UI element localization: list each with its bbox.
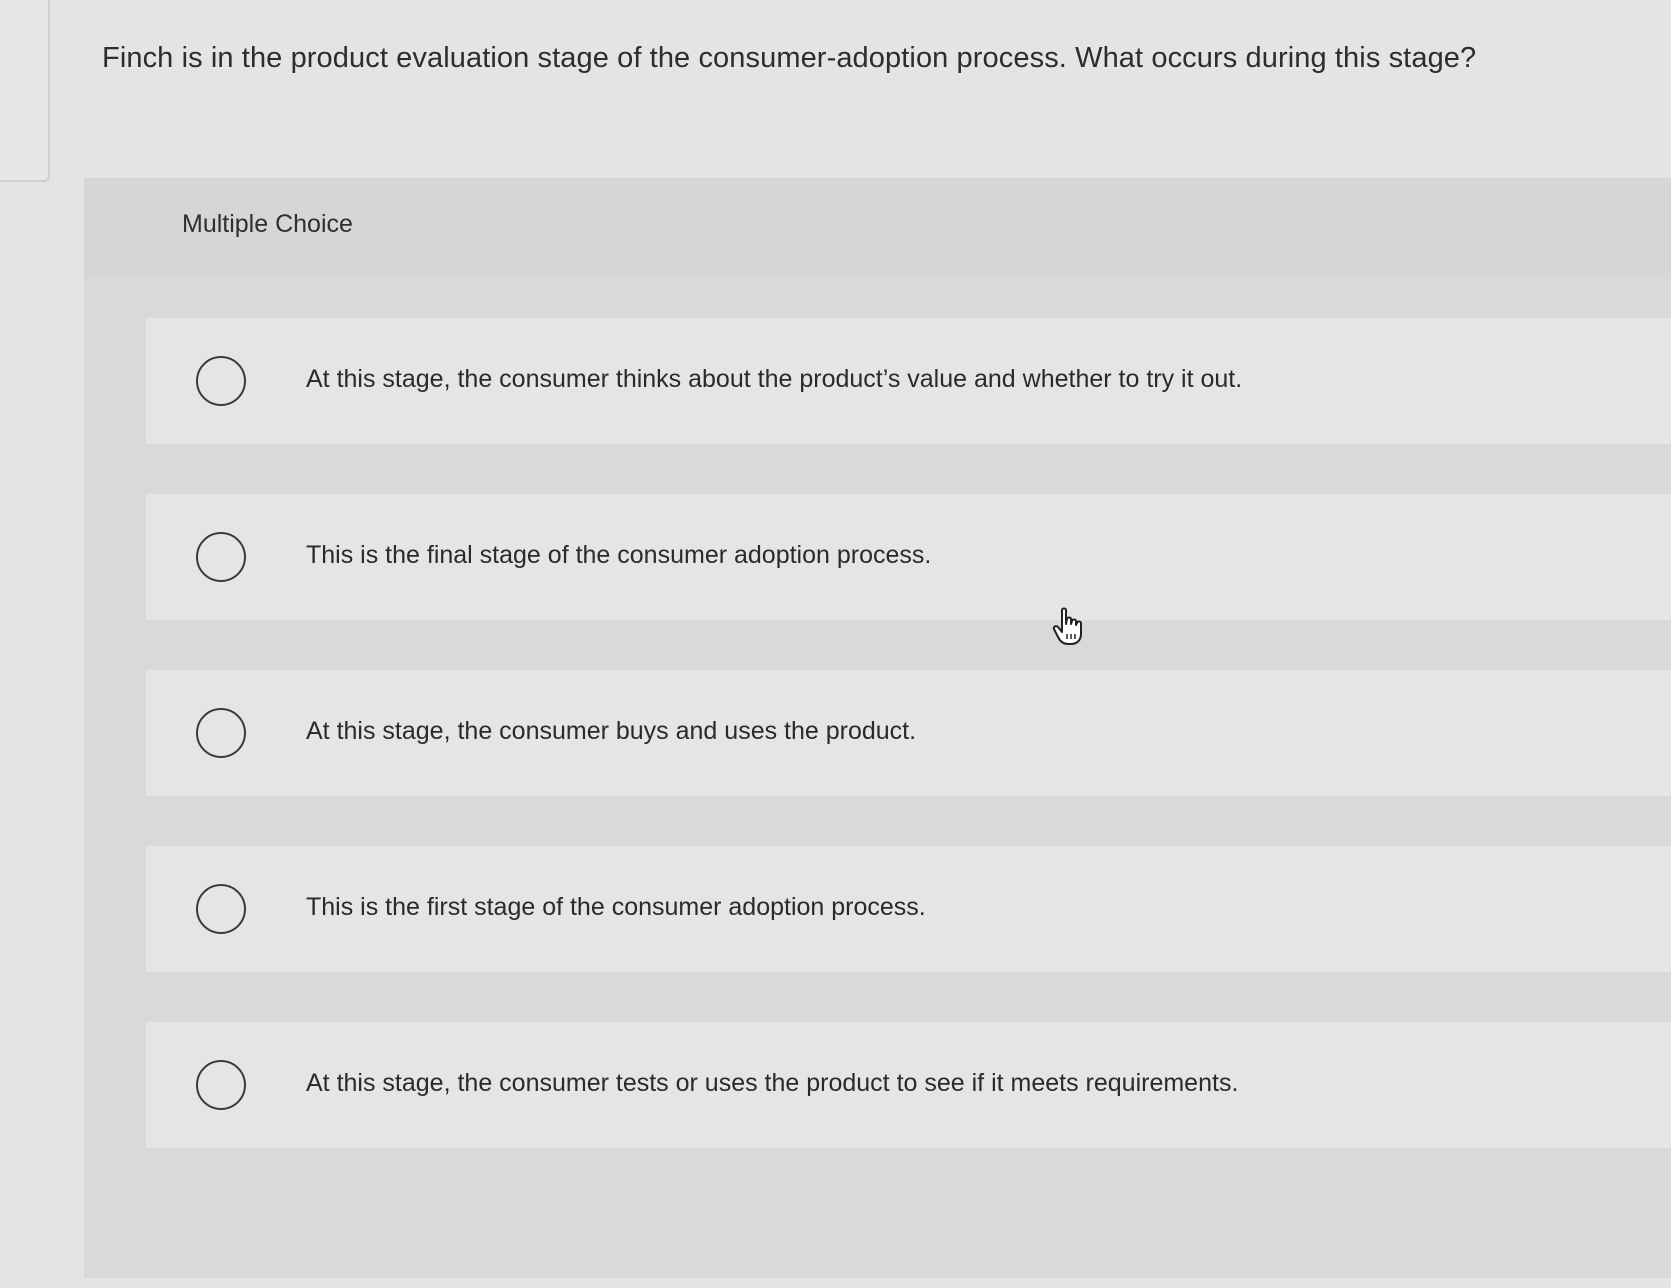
radio-button-icon[interactable] [196, 884, 246, 934]
answer-option-label: At this stage, the consumer buys and use… [306, 717, 917, 745]
multiple-choice-header: Multiple Choice [84, 178, 1671, 278]
left-edge-panel [0, 0, 50, 182]
question-prompt: Finch is in the product evaluation stage… [102, 42, 1477, 74]
radio-button-icon[interactable] [196, 356, 246, 406]
answer-option-5[interactable]: At this stage, the consumer tests or use… [146, 1022, 1671, 1148]
answer-option-3[interactable]: At this stage, the consumer buys and use… [146, 670, 1671, 796]
answer-option-2[interactable]: This is the final stage of the consumer … [146, 494, 1671, 620]
answer-option-label: This is the first stage of the consumer … [306, 893, 926, 921]
answer-option-label: At this stage, the consumer tests or use… [306, 1069, 1239, 1097]
radio-button-icon[interactable] [196, 708, 246, 758]
multiple-choice-panel: Multiple Choice At this stage, the consu… [84, 178, 1671, 1278]
radio-button-icon[interactable] [196, 1060, 246, 1110]
hand-pointer-icon [1052, 607, 1082, 645]
answer-option-label: At this stage, the consumer thinks about… [306, 365, 1243, 393]
answer-option-label: This is the final stage of the consumer … [306, 541, 932, 569]
multiple-choice-title: Multiple Choice [182, 210, 353, 238]
radio-button-icon[interactable] [196, 532, 246, 582]
answer-option-1[interactable]: At this stage, the consumer thinks about… [146, 318, 1671, 444]
answer-option-4[interactable]: This is the first stage of the consumer … [146, 846, 1671, 972]
